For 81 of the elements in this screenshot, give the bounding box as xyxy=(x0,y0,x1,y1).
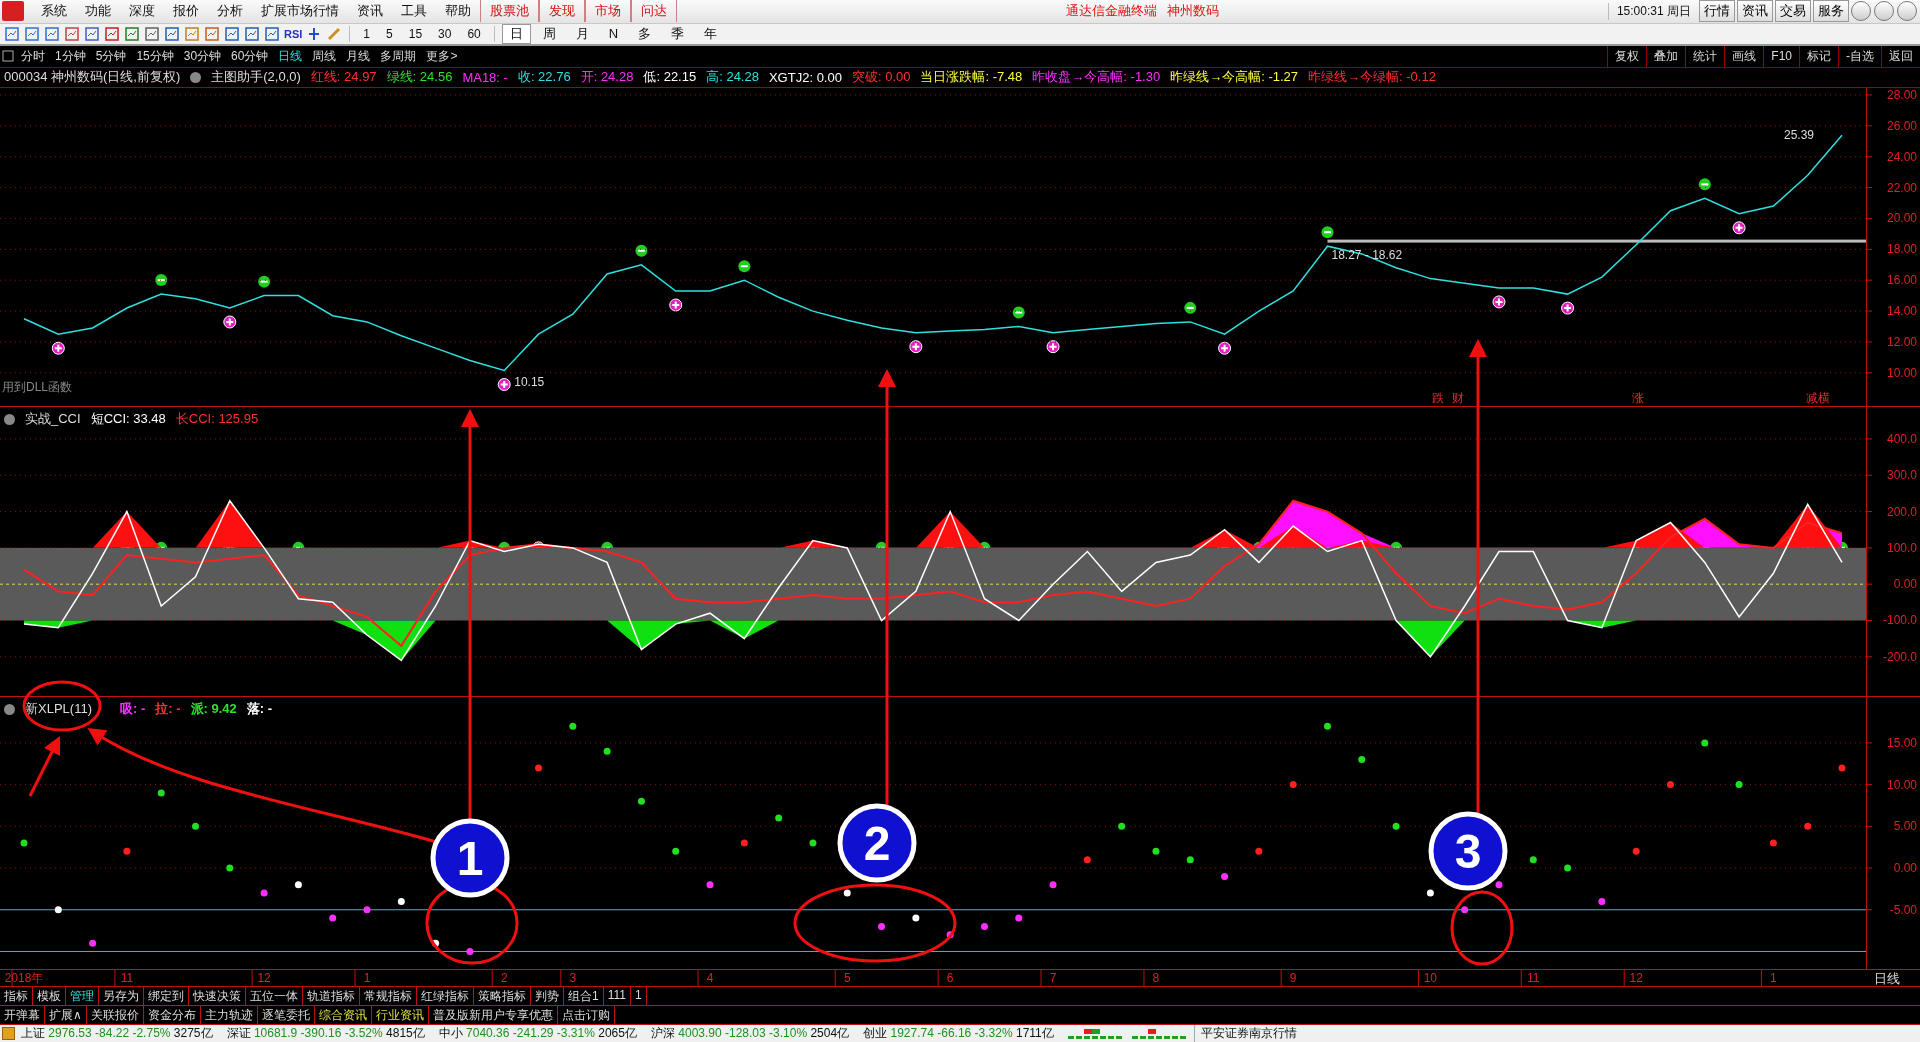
date-label: 1 xyxy=(1770,971,1777,985)
axis-label: 400.0 xyxy=(1886,431,1917,446)
date-label: 2 xyxy=(500,971,508,985)
axis-label: 26.00 xyxy=(1886,118,1917,133)
date-label: 2018年 xyxy=(4,971,44,985)
indicator-reading: 落: - xyxy=(246,700,273,718)
callout-badge: 2 xyxy=(837,803,917,883)
indicator-reading: XGTJ2: 0.00 xyxy=(768,69,842,85)
axis-label: 300.0 xyxy=(1886,468,1917,483)
axis-label: -200.0 xyxy=(1882,649,1917,664)
indicator-reading: 昨收盘→今高幅: -1.30 xyxy=(1032,68,1161,87)
axis-label: -5.00 xyxy=(1889,902,1917,917)
signal-label: 减横 xyxy=(1806,391,1830,405)
clock: 15:00:31 周日 xyxy=(1607,2,1699,20)
date-label: 5 xyxy=(843,971,851,985)
axis-label: 24.00 xyxy=(1886,149,1917,164)
indicator-reading: 吸: - xyxy=(119,700,146,718)
axis-label: 0.00 xyxy=(1893,861,1917,876)
price-label: 10.15 xyxy=(514,375,545,390)
axis-label: 20.00 xyxy=(1886,211,1917,226)
date-label: 4 xyxy=(706,971,714,985)
formula-note: 用到DLL函数 xyxy=(2,379,72,396)
indicator-reading: MA18: - xyxy=(462,69,508,85)
indicator-reading: 绿线: 24.56 xyxy=(386,68,453,87)
index-quote: 上证 2976.53 -84.22 -2.75% 3275亿 xyxy=(21,1025,213,1042)
broker-name: 平安证券南京行情 xyxy=(1193,1025,1297,1042)
window-title: 通达信金融终端 神州数码 xyxy=(1065,2,1220,21)
axis-label: 10.00 xyxy=(1886,777,1917,792)
date-label: 7 xyxy=(1049,971,1057,985)
indicator-reading: 开: 24.28 xyxy=(580,68,634,87)
date-label: 9 xyxy=(1289,971,1297,985)
indicator-reading: 高: 24.28 xyxy=(706,68,759,87)
date-label: 12 xyxy=(1629,971,1643,985)
index-quote: 创业 1927.74 -66.16 -3.32% 1711亿 xyxy=(863,1025,1054,1042)
date-label: 12 xyxy=(257,971,271,985)
indicator-reading: 长CCI: 125.95 xyxy=(175,410,259,428)
indicator-reading: 低: 22.15 xyxy=(643,68,697,87)
axis-label: 0.00 xyxy=(1893,577,1917,592)
axis-label: 100.0 xyxy=(1886,540,1917,555)
axis-label: 10.00 xyxy=(1886,365,1917,380)
axis-label: 5.00 xyxy=(1893,819,1917,834)
indicator-reading: 昨绿线→今绿幅: -0.12 xyxy=(1308,68,1436,87)
date-label: 8 xyxy=(1152,971,1160,985)
axis-label: -100.0 xyxy=(1882,613,1917,628)
date-label: 11 xyxy=(120,971,134,985)
price-label: 25.39 xyxy=(1784,128,1815,143)
axis-label: 16.00 xyxy=(1886,273,1917,288)
indicator-title: 新XLPL(11) xyxy=(25,700,92,718)
signal-label: 财 xyxy=(1452,391,1464,405)
signal-label: 涨 xyxy=(1632,391,1644,405)
signal-label: 跌 xyxy=(1432,391,1444,405)
indicator-reading: 派: 9.42 xyxy=(190,700,237,718)
period-label: 日线 xyxy=(1873,970,1900,986)
axis-label: 12.00 xyxy=(1886,334,1917,349)
axis-label: 15.00 xyxy=(1886,735,1917,750)
date-label: 6 xyxy=(946,971,954,985)
callout-badge: 1 xyxy=(430,818,510,898)
axis-label: 18.00 xyxy=(1886,242,1917,257)
date-label: 3 xyxy=(569,971,577,985)
index-quote: 中小 7040.36 -241.29 -3.31% 2065亿 xyxy=(438,1025,637,1042)
range-label: 18.27 - 18.62 xyxy=(1331,247,1403,262)
index-quote: 深证 10681.9 -390.16 -3.52% 4815亿 xyxy=(226,1025,425,1042)
indicator-reading: 当日涨跌幅: -7.48 xyxy=(920,68,1023,87)
callout-badge: 3 xyxy=(1428,811,1508,891)
date-label: 10 xyxy=(1423,971,1438,985)
indicator-title: 实战_CCI xyxy=(25,410,81,428)
indicator-title: 主图助手(2,0,0) xyxy=(211,68,301,87)
indicator-reading: 突破: 0.00 xyxy=(851,68,911,87)
date-label: 11 xyxy=(1527,971,1540,985)
stock-name: 000034 神州数码(日线,前复权) xyxy=(4,68,181,87)
date-label: 1 xyxy=(363,971,371,985)
indicator-reading: 拉: - xyxy=(155,700,181,718)
axis-label: 200.0 xyxy=(1886,504,1917,519)
indicator-reading: 红线: 24.97 xyxy=(310,68,377,87)
indicator-reading: 收: 22.76 xyxy=(517,68,571,87)
indicator-reading: 昨绿线→今高幅: -1.27 xyxy=(1170,68,1299,87)
index-quote: 沪深 4003.90 -128.03 -3.10% 2504亿 xyxy=(650,1025,850,1042)
axis-label: 14.00 xyxy=(1886,304,1917,319)
axis-label: 22.00 xyxy=(1886,180,1917,195)
axis-label: 28.00 xyxy=(1886,88,1917,102)
indicator-reading: 短CCI: 33.48 xyxy=(90,410,166,428)
